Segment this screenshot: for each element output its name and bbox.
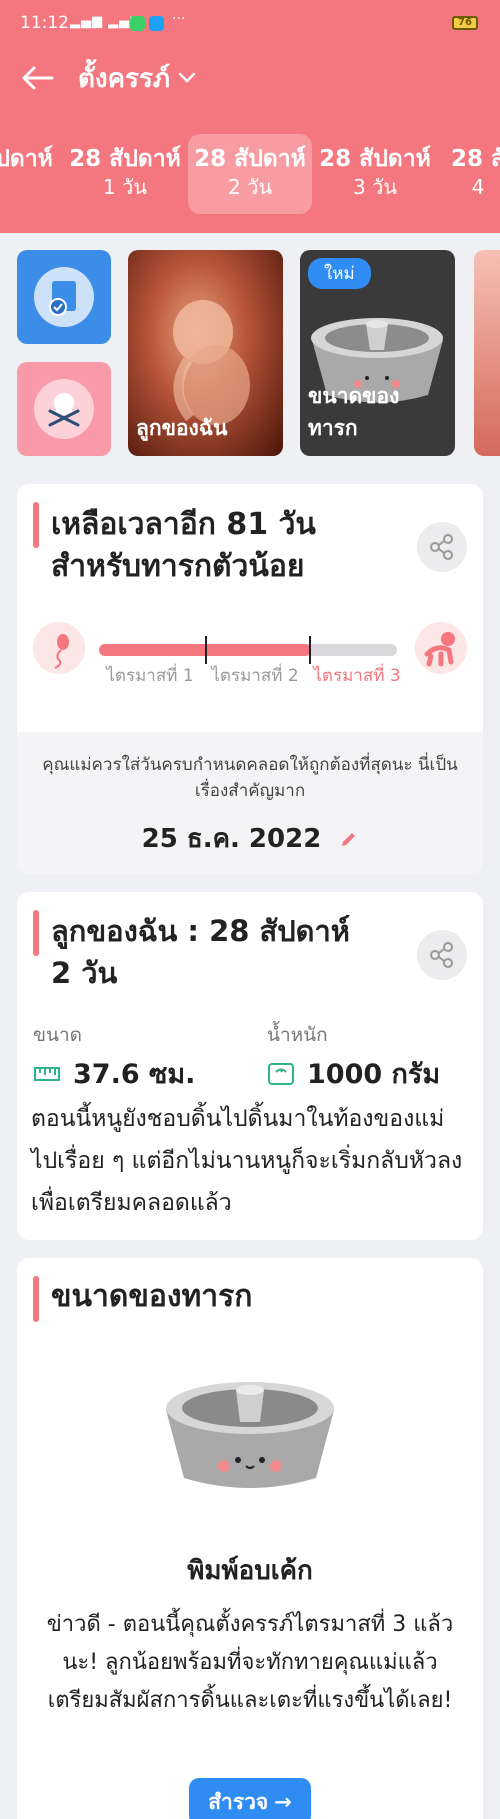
top-header: 11:12 ▂▄▆ ▂▄▆ ··· 76 ตั้งครรภ์ ปดาห์ 28 …	[0, 0, 500, 233]
pregnancy-dropdown[interactable]: ตั้งครรภ์	[78, 58, 196, 98]
back-arrow-icon[interactable]	[18, 58, 58, 98]
chevron-down-icon	[178, 72, 196, 83]
battery-icon: 76	[452, 16, 478, 30]
accent-bar	[33, 502, 39, 548]
share-icon	[430, 534, 453, 560]
twitter-app-icon	[149, 16, 164, 31]
trimester-divider	[309, 636, 311, 664]
trimester-1-label: ไตรมาสที่ 1	[106, 666, 194, 686]
chef-icon	[34, 379, 94, 439]
due-date-row[interactable]: 25 ธ.ค. 2022	[17, 818, 483, 859]
message-app-icon	[130, 16, 145, 31]
trimester-3-label: ไตรมาสที่ 3	[313, 666, 401, 686]
size-value: 37.6 ซม.	[73, 1059, 196, 1090]
size-metric: 37.6 ซม.	[33, 1052, 195, 1095]
accent-bar	[33, 1276, 39, 1322]
trimester-divider	[205, 636, 207, 664]
baby-day-title: 2 วัน	[51, 956, 118, 990]
size-label: ขนาด	[33, 1024, 82, 1046]
my-baby-label: ลูกของฉัน	[136, 416, 228, 440]
status-bar: 11:12 ▂▄▆ ▂▄▆ ··· 76	[0, 0, 500, 48]
due-date-message: คุณแม่ควรใส่วันครบกำหนดคลอดให้ถูกต้องที่…	[42, 755, 458, 801]
share-button[interactable]	[417, 930, 467, 980]
next-shortcut-card[interactable]	[474, 250, 500, 456]
baby-description: ตอนนี้หนูยังชอบดิ้นไปดิ้นมาในท้องของแม่ไ…	[31, 1106, 463, 1216]
countdown-card: เหลือเวลาอีก 81 วัน สำหรับทารกตัวน้อย ไต…	[17, 484, 483, 874]
more-notifications-icon: ···	[172, 11, 186, 27]
baby-size-title: ขนาดของทารก	[51, 1279, 253, 1314]
countdown-subtitle: สำหรับทารกตัวน้อย	[51, 549, 305, 584]
week-tab[interactable]: 28 สั 4	[438, 134, 500, 214]
page-title: ตั้งครรภ์	[78, 63, 171, 94]
accent-bar	[33, 910, 39, 956]
share-icon	[430, 942, 453, 968]
week-tab[interactable]: 28 สัปดาห์ 3 วัน	[312, 134, 438, 214]
edit-pencil-icon[interactable]	[338, 830, 358, 850]
week-tab-selected[interactable]: 28 สัปดาห์ 2 วัน	[188, 134, 312, 214]
week-tab[interactable]: ปดาห์	[0, 134, 62, 214]
baby-size-panel: ขนาดของทารก พิมพ์อบเค้ก ข่าวดี - ตอนนี้ค…	[17, 1258, 483, 1819]
week-selector[interactable]: ปดาห์ 28 สัปดาห์ 1 วัน 28 สัปดาห์ 2 วัน …	[0, 130, 500, 218]
crawling-baby-icon	[415, 622, 467, 674]
arrow-right-icon: →	[274, 1790, 292, 1814]
shortcut-row: ลูกของฉัน ใหม่ ขนาดของทารก	[0, 250, 500, 456]
baby-size-label: ขนาดของทารก	[308, 384, 400, 440]
countdown-days: เหลือเวลาอีก 81 วัน	[51, 507, 316, 542]
share-button[interactable]	[417, 522, 467, 572]
explore-button-label: สำรวจ	[208, 1789, 269, 1814]
baby-week-title: ลูกของฉัน : 28 สัปดาห์	[51, 914, 350, 948]
ruler-icon	[34, 1066, 60, 1081]
weight-label: น้ำหนัก	[267, 1024, 328, 1046]
due-date-section: คุณแม่ควรใส่วันครบกำหนดคลอดให้ถูกต้องที่…	[17, 732, 483, 874]
baby-size-card[interactable]: ใหม่ ขนาดของทารก	[300, 250, 455, 456]
trimester-2-label: ไตรมาสที่ 2	[211, 666, 299, 686]
checklist-shortcut[interactable]	[17, 250, 111, 344]
due-date: 25 ธ.ค. 2022	[141, 824, 322, 854]
cake-pan-illustration	[166, 1382, 334, 1488]
explore-button[interactable]: สำรวจ →	[189, 1778, 311, 1819]
scale-icon	[268, 1062, 294, 1085]
status-time: 11:12	[20, 13, 69, 33]
trimester-progress	[99, 636, 397, 664]
my-baby-panel: ลูกของฉัน : 28 สัปดาห์ 2 วัน ขนาด น้ำหนั…	[17, 892, 483, 1240]
week-tab[interactable]: 28 สัปดาห์ 1 วัน	[62, 134, 188, 214]
weight-metric: 1000 กรัม	[267, 1052, 440, 1095]
checklist-icon	[34, 267, 94, 327]
nutrition-shortcut[interactable]	[17, 362, 111, 456]
my-baby-card[interactable]: ลูกของฉัน	[128, 250, 283, 456]
size-description: ข่าวดี - ตอนนี้คุณตั้งครรภ์ไตรมาสที่ 3 แ…	[46, 1612, 454, 1713]
object-name: พิมพ์อบเค้ก	[187, 1556, 313, 1586]
weight-value: 1000 กรัม	[307, 1059, 441, 1090]
sperm-icon	[33, 622, 85, 674]
